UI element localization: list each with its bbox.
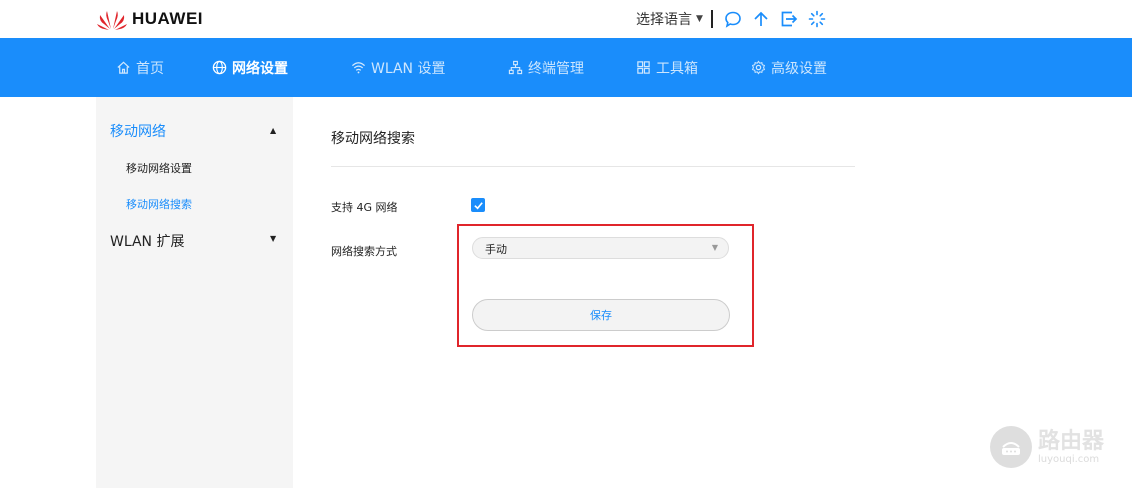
brand-name: HUAWEI [132,9,203,28]
nav-advanced-settings[interactable]: 高级设置 [751,38,827,97]
sidebar: 移动网络 ▲ 移动网络设置 移动网络搜索 WLAN 扩展 ▼ [96,97,293,488]
huawei-logo[interactable]: HUAWEI [96,6,203,32]
sidebar-group-wlan-extension[interactable]: WLAN 扩展 [110,231,184,251]
search-mode-label: 网络搜索方式 [331,245,397,258]
top-bar: HUAWEI 选择语言 ▼ [0,0,1132,38]
grid-icon [637,61,650,74]
chat-bubble-icon[interactable] [723,9,743,29]
loading-spinner-icon [807,9,827,29]
top-toolbar: 选择语言 ▼ [636,8,835,30]
nav-toolbox[interactable]: 工具箱 [636,38,698,97]
sidebar-group-mobile-network-label: 移动网络 [110,124,166,140]
network-topology-icon [508,60,523,75]
support-4g-label: 支持 4G 网络 [331,201,398,214]
globe-icon [212,60,227,75]
page-title: 移动网络搜索 [331,131,415,147]
caret-down-icon: ▼ [696,14,703,24]
nav-wlan-settings-label: WLAN 设置 [371,60,446,77]
caret-up-icon[interactable]: ▲ [270,126,276,135]
watermark-sub: luyouqi.com [1038,453,1100,465]
support-4g-checkbox[interactable] [471,198,485,212]
sidebar-group-mobile-network[interactable]: 移动网络 [110,121,166,141]
watermark: 路由器 luyouqi.com [990,422,1104,472]
nav-home[interactable]: 首页 [116,38,164,97]
main-nav: 首页 网络设置 WLAN 设置 终端管理 工具箱 高级设置 [0,38,1132,97]
language-selector[interactable]: 选择语言 ▼ [636,9,703,29]
nav-wlan-settings[interactable]: WLAN 设置 [351,38,445,97]
home-icon [117,61,130,74]
nav-toolbox-label: 工具箱 [656,60,698,77]
sidebar-item-mobile-network-search[interactable]: 移动网络搜索 [126,196,192,212]
sidebar-item-mobile-network-settings[interactable]: 移动网络设置 [126,160,192,176]
logout-icon[interactable] [779,9,799,29]
checkmark-icon [473,201,483,209]
router-icon [990,426,1032,468]
toolbar-divider [710,10,713,28]
sidebar-item-label: 移动网络设置 [126,162,192,175]
sidebar-item-label: 移动网络搜索 [126,198,192,211]
nav-advanced-settings-label: 高级设置 [771,60,827,77]
nav-home-label: 首页 [136,60,164,77]
watermark-text: 路由器 luyouqi.com [1038,428,1105,465]
title-divider [331,166,855,167]
nav-network-settings-label: 网络设置 [232,60,288,77]
nav-network-settings[interactable]: 网络设置 [212,38,288,97]
gear-icon [751,60,766,75]
language-label: 选择语言 [636,12,692,28]
caret-down-icon[interactable]: ▼ [270,234,276,243]
huawei-flower-icon [97,11,127,30]
upload-arrow-icon[interactable] [751,9,771,29]
nav-device-management-label: 终端管理 [528,60,584,77]
nav-device-management[interactable]: 终端管理 [508,38,584,97]
watermark-main: 路由器 [1038,428,1105,454]
wifi-icon [351,62,366,74]
sidebar-group-wlan-extension-label: WLAN 扩展 [110,234,185,250]
highlight-box [457,224,754,347]
